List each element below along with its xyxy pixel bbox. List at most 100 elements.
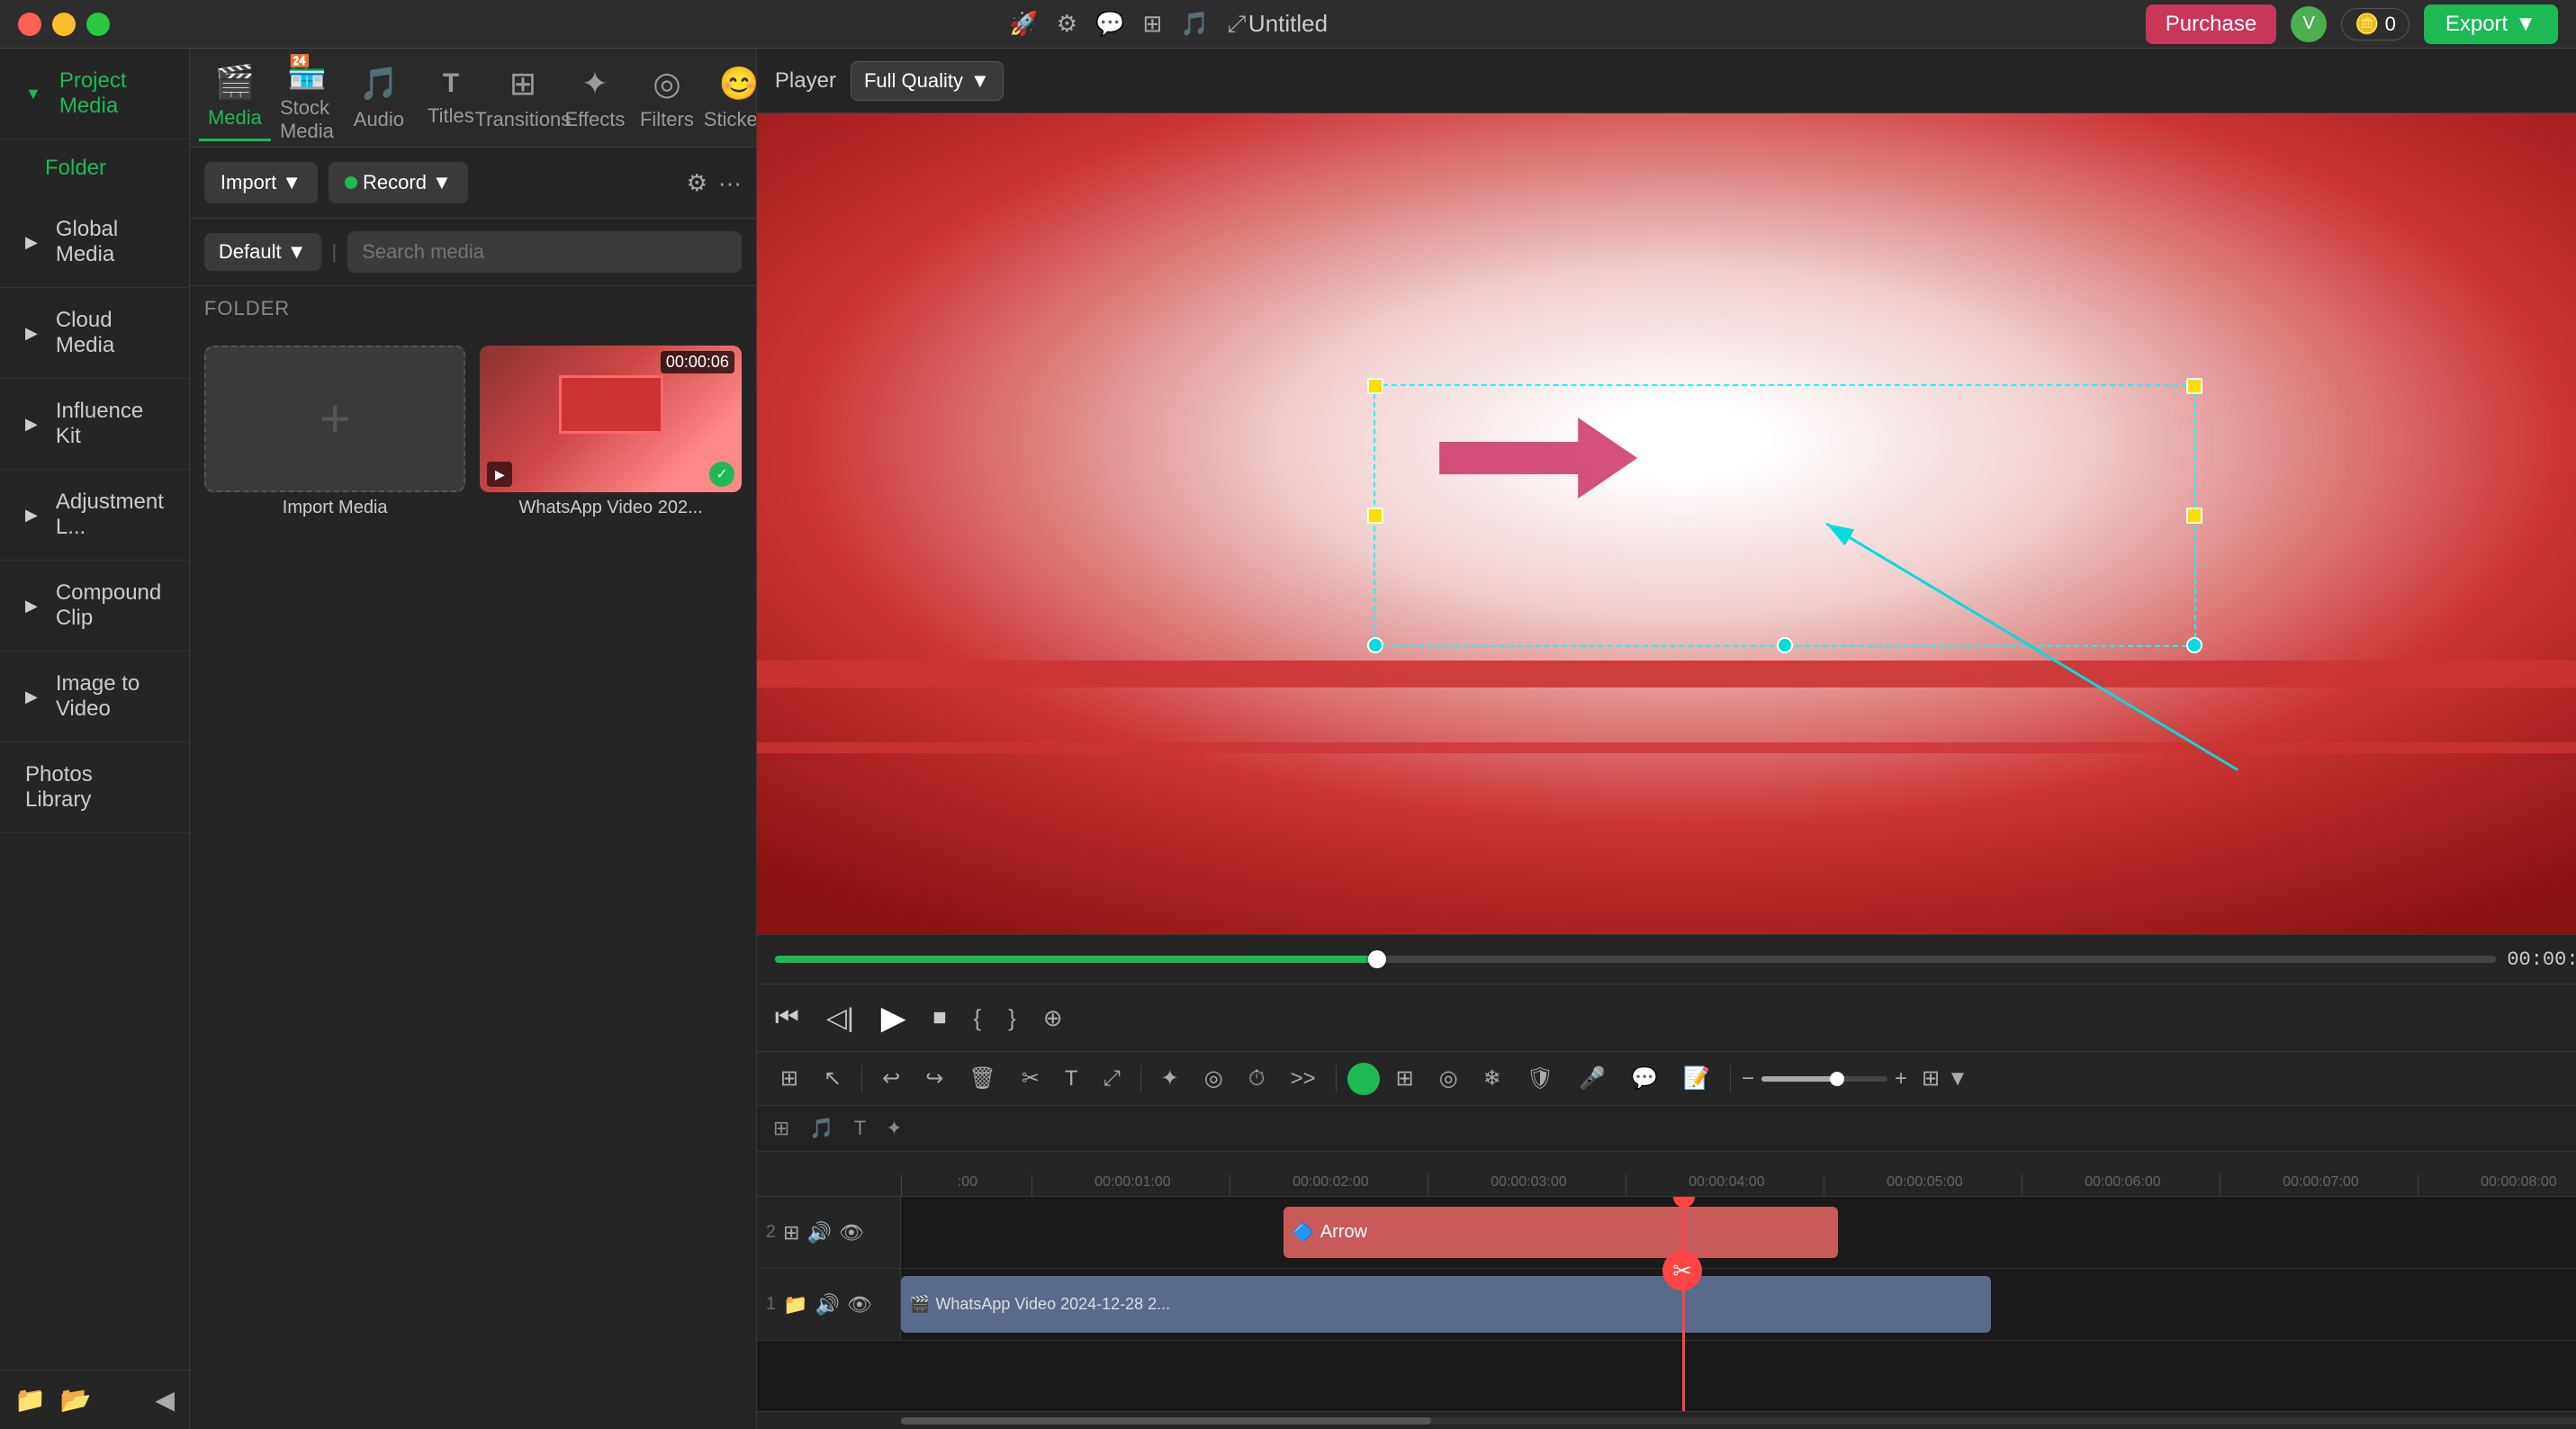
tab-transitions[interactable]: ⊞ Transitions — [487, 56, 559, 140]
selection-box[interactable] — [1374, 384, 2196, 647]
sidebar-item-compound-clip[interactable]: ▶ Compound Clip — [0, 561, 189, 652]
handle-mr[interactable] — [2186, 508, 2202, 524]
tab-audio[interactable]: 🎵 Audio — [343, 56, 415, 140]
handle-tl[interactable] — [1367, 378, 1383, 394]
record-button[interactable]: Record ▼ — [329, 162, 468, 203]
add-timeline-button[interactable]: ⊕ — [1043, 1004, 1063, 1032]
tab-effects[interactable]: ✦ Effects — [559, 56, 631, 140]
add-effect-track[interactable]: ✦ — [878, 1113, 909, 1144]
layout-icon[interactable]: ⊞ — [771, 1060, 807, 1097]
text-button[interactable]: T — [1056, 1061, 1087, 1097]
close-button[interactable] — [18, 13, 41, 36]
progress-thumb[interactable] — [1368, 950, 1386, 968]
pip-button[interactable]: ⊞ — [1387, 1060, 1423, 1097]
user-avatar[interactable]: V — [2291, 6, 2327, 42]
sidebar-item-photos-library[interactable]: Photos Library — [0, 742, 189, 833]
speed-button[interactable]: ⏱ — [1239, 1061, 1274, 1097]
play-button[interactable]: ▶ — [881, 999, 906, 1037]
add-text-track[interactable]: T — [847, 1113, 873, 1144]
search-input[interactable] — [347, 231, 742, 273]
quality-select[interactable]: Full Quality ▼ — [851, 61, 1004, 101]
handle-tr[interactable] — [2186, 378, 2202, 394]
notification-icon[interactable]: 🚀 — [1009, 10, 1038, 38]
effect-button[interactable]: ✦ — [1152, 1060, 1188, 1097]
new-folder-icon[interactable]: 📁 — [14, 1385, 46, 1415]
scrollbar-track[interactable] — [901, 1417, 2576, 1425]
mark-out-button[interactable]: } — [1008, 1004, 1016, 1032]
zoom-in-icon[interactable]: + — [1895, 1066, 1907, 1092]
prev-frame-button[interactable]: ◁| — [826, 1002, 854, 1034]
track-audio-icon[interactable]: 🔊 — [806, 1221, 831, 1245]
cut-button[interactable]: ✂ — [1013, 1060, 1049, 1097]
badge-button[interactable]: 🛡 — [1518, 1060, 1563, 1097]
split-button[interactable]: ◎ — [1430, 1060, 1467, 1097]
track-clip-arrow[interactable]: 🔷 Arrow — [1283, 1207, 1838, 1258]
track-audio-icon-2[interactable]: 🔊 — [815, 1293, 839, 1317]
track-visible-icon[interactable]: 👁 — [839, 1221, 864, 1245]
sidebar-item-global-media[interactable]: ▶ Global Media — [0, 197, 189, 288]
crop-button[interactable]: ⤢ — [1094, 1061, 1130, 1097]
whatsapp-video-card[interactable]: 00:00:06 ▶ ✓ WhatsApp Video 202... — [480, 346, 742, 1415]
add-track-icon[interactable]: ⊞ — [783, 1221, 799, 1245]
minimize-button[interactable] — [52, 13, 76, 36]
purchase-button[interactable]: Purchase — [2146, 4, 2276, 44]
maximize-button[interactable] — [86, 13, 110, 36]
track-clip-video[interactable]: 🎬 WhatsApp Video 2024-12-28 2... — [901, 1276, 1991, 1333]
tab-filters[interactable]: ◎ Filters — [631, 56, 703, 140]
zoom-thumb[interactable] — [1830, 1072, 1844, 1086]
progress-track[interactable] — [775, 956, 2496, 963]
mark-in-button[interactable]: { — [973, 1004, 981, 1032]
select-tool[interactable]: ↖ — [815, 1060, 851, 1097]
more-options-btn[interactable]: ▼ — [1947, 1066, 1968, 1092]
scrollbar-thumb[interactable] — [901, 1417, 1432, 1425]
delete-button[interactable]: 🗑 — [959, 1060, 1004, 1097]
import-media-card[interactable]: + Import Media — [204, 346, 466, 1415]
add-video-track[interactable]: ⊞ — [766, 1113, 797, 1144]
more-tools-button[interactable]: >> — [1282, 1061, 1325, 1097]
import-card-thumbnail[interactable]: + — [204, 346, 466, 492]
rewind-button[interactable]: ⏮ — [775, 1002, 799, 1033]
record-track-button[interactable] — [1347, 1063, 1380, 1095]
mic-button[interactable]: 🎤 — [1570, 1060, 1615, 1097]
stop-button[interactable]: ⏹ — [932, 1002, 946, 1033]
video-card-thumbnail[interactable]: 00:00:06 ▶ ✓ — [480, 346, 742, 492]
collapse-icon[interactable]: ◀ — [155, 1385, 175, 1415]
sidebar-item-project-media[interactable]: ▼ Project Media — [0, 49, 189, 139]
caption-button[interactable]: 💬 — [1622, 1060, 1667, 1097]
settings-icon[interactable]: ⚙ — [1057, 10, 1077, 38]
add-audio-track[interactable]: 🎵 — [802, 1113, 841, 1144]
export-button[interactable]: Export ▼ — [2424, 4, 2558, 44]
redo-button[interactable]: ↪ — [916, 1060, 952, 1097]
filter-icon[interactable]: ⚙ — [687, 169, 707, 197]
track-file-icon[interactable]: 📁 — [783, 1293, 807, 1317]
message-icon[interactable]: 💬 — [1095, 10, 1124, 38]
add-folder-icon[interactable]: 📂 — [60, 1385, 92, 1415]
handle-bm[interactable] — [1777, 637, 1793, 653]
zoom-slider[interactable] — [1761, 1076, 1887, 1082]
tab-stickers[interactable]: 😊 Stickers — [703, 56, 756, 140]
more-icon[interactable]: ··· — [718, 169, 742, 197]
undo-button[interactable]: ↩ — [873, 1060, 909, 1097]
tab-stock-media[interactable]: 🏪 Stock Media — [271, 49, 343, 148]
sidebar-item-cloud-media[interactable]: ▶ Cloud Media — [0, 288, 189, 379]
sidebar-item-adjustment[interactable]: ▶ Adjustment L... — [0, 470, 189, 561]
text2-button[interactable]: 📝 — [1674, 1060, 1719, 1097]
sidebar-item-folder[interactable]: Folder — [0, 139, 189, 197]
tab-media[interactable]: 🎬 Media — [199, 54, 271, 141]
sidebar-item-image-to-video[interactable]: ▶ Image to Video — [0, 652, 189, 742]
handle-ml[interactable] — [1367, 508, 1383, 524]
track-visible-icon-2[interactable]: 👁 — [847, 1293, 872, 1317]
handle-br[interactable] — [2186, 637, 2202, 653]
share-icon[interactable]: ⤢ — [1228, 10, 1247, 39]
timeline-scrollbar[interactable] — [757, 1411, 2576, 1429]
freeze-button[interactable]: ❄ — [1474, 1060, 1510, 1097]
handle-bl[interactable] — [1367, 637, 1383, 653]
default-folder-button[interactable]: Default ▼ — [204, 233, 321, 271]
sidebar-item-influence-kit[interactable]: ▶ Influence Kit — [0, 379, 189, 470]
mask-button[interactable]: ◎ — [1195, 1060, 1232, 1097]
import-button[interactable]: Import ▼ — [204, 162, 318, 203]
music-icon[interactable]: 🎵 — [1180, 10, 1209, 38]
grid-view-btn[interactable]: ⊞ — [1922, 1065, 1940, 1092]
zoom-out-icon[interactable]: − — [1742, 1066, 1754, 1092]
grid-icon[interactable]: ⊞ — [1142, 10, 1162, 38]
